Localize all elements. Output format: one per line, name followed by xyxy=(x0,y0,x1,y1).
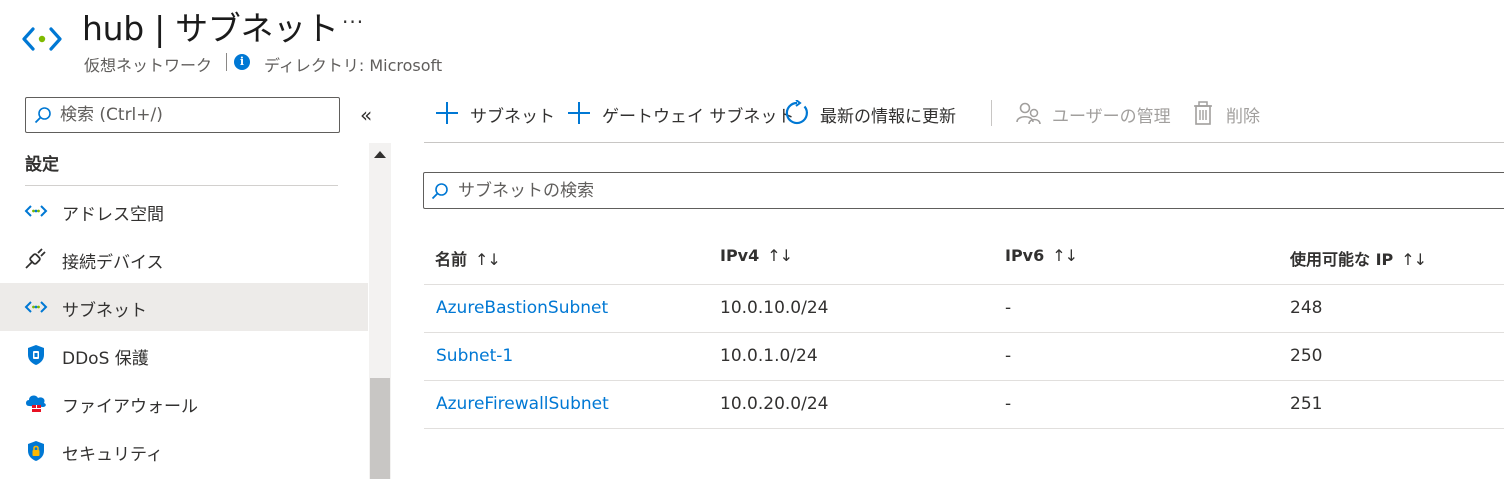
plug-icon xyxy=(24,248,48,270)
column-header-label: IPv4 xyxy=(720,246,760,265)
subnet-search-input[interactable] xyxy=(458,178,1058,204)
column-header-label: 名前 xyxy=(435,250,468,269)
ipv6-cell: - xyxy=(1005,394,1012,414)
sidebar-item-security[interactable]: セキュリティ xyxy=(0,427,368,475)
page-title: hub | サブネット xyxy=(82,9,339,48)
column-header-ipv4[interactable]: IPv4 ↑↓ xyxy=(720,246,793,265)
shield-icon xyxy=(24,344,48,366)
subnet-search-box[interactable] xyxy=(423,172,1504,209)
refresh-label: 最新の情報に更新 xyxy=(820,107,956,127)
add-gateway-subnet-button[interactable]: ゲートウェイ サブネット xyxy=(566,98,794,130)
search-icon xyxy=(34,106,52,124)
sort-arrows-icon: ↑↓ xyxy=(1401,250,1427,269)
virtual-network-icon xyxy=(22,22,62,56)
column-header-ipv6[interactable]: IPv6 ↑↓ xyxy=(1005,246,1078,265)
vnet-icon xyxy=(24,296,48,318)
manage-users-label: ユーザーの管理 xyxy=(1052,107,1171,127)
ipv4-cell: 10.0.20.0/24 xyxy=(720,394,829,414)
sort-arrows-icon: ↑↓ xyxy=(475,250,501,269)
refresh-button[interactable]: 最新の情報に更新 xyxy=(784,98,974,130)
column-header-name[interactable]: 名前 ↑↓ xyxy=(435,246,501,270)
ipv4-cell: 10.0.10.0/24 xyxy=(720,298,829,318)
sidebar-item-label: DDoS 保護 xyxy=(62,349,149,369)
add-gateway-subnet-label: ゲートウェイ サブネット xyxy=(602,107,795,127)
info-icon: i xyxy=(234,54,250,70)
toolbar-divider-line xyxy=(424,142,1504,143)
ipv6-cell: - xyxy=(1005,298,1012,318)
column-header-label: IPv6 xyxy=(1005,246,1045,265)
column-header-label: 使用可能な IP xyxy=(1290,250,1394,269)
sidebar-item-label: セキュリティ xyxy=(62,445,163,465)
security-lock-icon xyxy=(24,440,48,462)
table-bottom-border xyxy=(424,428,1504,429)
table-row[interactable]: AzureFirewallSubnet 10.0.20.0/24 - 251 xyxy=(424,380,1504,428)
sidebar-item-label: 接続デバイス xyxy=(62,253,164,273)
directory-label: ディレクトリ: Microsoft xyxy=(264,56,443,75)
ipv6-cell: - xyxy=(1005,346,1012,366)
sidebar-item-label: サブネット xyxy=(62,301,147,321)
more-options-button[interactable]: ··· xyxy=(342,10,364,34)
plus-icon xyxy=(434,100,460,126)
delete-label: 削除 xyxy=(1226,107,1260,127)
subnet-name-link[interactable]: AzureBastionSubnet xyxy=(436,298,608,318)
sidebar-search-input[interactable] xyxy=(60,102,330,128)
sort-arrows-icon: ↑↓ xyxy=(1052,246,1078,265)
sort-arrows-icon: ↑↓ xyxy=(767,246,793,265)
scrollbar-thumb[interactable] xyxy=(370,378,390,479)
sidebar-item-address-space[interactable]: アドレス空間 xyxy=(0,187,368,235)
available-ips-cell: 251 xyxy=(1290,394,1323,414)
collapse-sidebar-button[interactable]: « xyxy=(360,103,372,127)
sidebar-item-firewall[interactable]: ファイアウォール xyxy=(0,379,368,427)
sidebar-item-subnets[interactable]: サブネット xyxy=(0,283,368,331)
column-header-available-ips[interactable]: 使用可能な IP ↑↓ xyxy=(1290,246,1427,270)
available-ips-cell: 248 xyxy=(1290,298,1323,318)
sidebar-search-box[interactable] xyxy=(25,97,340,133)
available-ips-cell: 250 xyxy=(1290,346,1323,366)
search-icon xyxy=(431,182,449,200)
ipv4-cell: 10.0.1.0/24 xyxy=(720,346,818,366)
toolbar-divider xyxy=(991,100,992,126)
firewall-icon xyxy=(24,392,48,414)
sidebar-divider xyxy=(25,185,338,186)
header-divider xyxy=(226,53,227,71)
table-row[interactable]: AzureBastionSubnet 10.0.10.0/24 - 248 xyxy=(424,284,1504,332)
manage-users-button[interactable]: ユーザーの管理 xyxy=(1016,98,1172,130)
sidebar-section-settings: 設定 xyxy=(25,155,59,175)
vnet-icon xyxy=(24,200,48,222)
scroll-up-arrow-icon[interactable] xyxy=(374,151,386,158)
add-subnet-button[interactable]: サブネット xyxy=(434,98,555,130)
subnet-name-link[interactable]: AzureFirewallSubnet xyxy=(436,394,609,414)
subnet-name-link[interactable]: Subnet-1 xyxy=(436,346,513,366)
sidebar-item-label: アドレス空間 xyxy=(62,205,164,225)
add-subnet-label: サブネット xyxy=(470,107,555,127)
resource-type: 仮想ネットワーク xyxy=(84,56,213,75)
trash-icon xyxy=(1190,100,1216,126)
users-icon xyxy=(1016,100,1042,126)
refresh-icon xyxy=(784,99,810,126)
sidebar-item-ddos-protection[interactable]: DDoS 保護 xyxy=(0,331,368,379)
delete-button[interactable]: 削除 xyxy=(1190,98,1270,130)
sidebar-item-connected-devices[interactable]: 接続デバイス xyxy=(0,235,368,283)
table-row[interactable]: Subnet-1 10.0.1.0/24 - 250 xyxy=(424,332,1504,380)
plus-icon xyxy=(566,100,592,126)
sidebar-item-label: ファイアウォール xyxy=(62,397,198,417)
